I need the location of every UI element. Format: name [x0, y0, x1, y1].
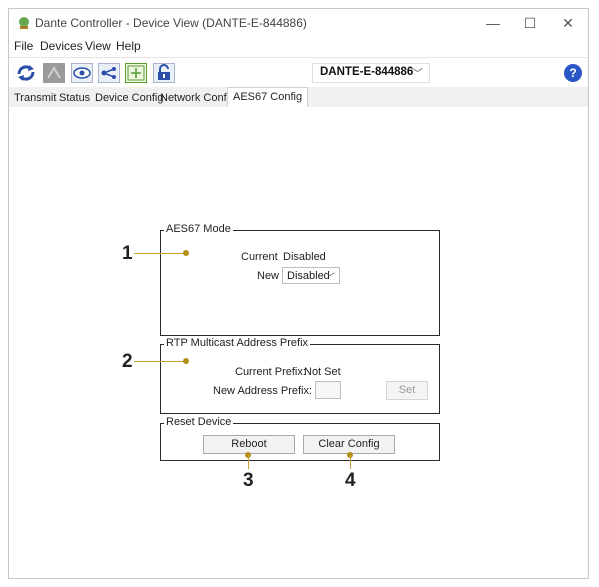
tab-network-config[interactable]: Network Config	[160, 89, 235, 107]
rtp-prefix-group: RTP Multicast Address Prefix Current Pre…	[160, 337, 440, 414]
rtp-prefix-title: RTP Multicast Address Prefix	[164, 337, 311, 349]
menu-bar: File Devices View Help	[9, 37, 588, 57]
current-mode-value: Disabled	[283, 251, 326, 263]
eye-icon[interactable]	[71, 63, 93, 83]
callout-1-line	[134, 253, 186, 254]
callout-1-dot	[183, 250, 189, 256]
callout-2-line	[134, 361, 186, 362]
callout-3-line	[248, 455, 249, 469]
aes67-mode-select[interactable]: Disabled ﹀	[282, 267, 340, 284]
add-icon[interactable]	[125, 63, 147, 83]
refresh-icon[interactable]	[15, 63, 37, 83]
tab-bar: Transmit Status Device Config Network Co…	[9, 87, 588, 108]
current-prefix-value: Not Set	[304, 366, 341, 378]
tab-device-config[interactable]: Device Config	[95, 89, 163, 107]
dante-logo-icon	[19, 17, 29, 29]
aes67-mode-select-value: Disabled	[287, 270, 330, 282]
tab-status[interactable]: Status	[59, 89, 90, 107]
callout-2-dot	[183, 358, 189, 364]
callout-2: 2	[122, 351, 133, 372]
callout-3: 3	[243, 470, 254, 491]
callout-4-line	[350, 455, 351, 469]
menu-file[interactable]: File	[14, 39, 33, 53]
minimize-button[interactable]: —	[478, 13, 508, 33]
menu-devices[interactable]: Devices	[40, 39, 83, 53]
reset-device-title: Reset Device	[164, 416, 234, 428]
aes67-config-panel: AES67 Mode Current Disabled New Disabled…	[9, 107, 588, 578]
menu-view[interactable]: View	[85, 39, 111, 53]
aes67-mode-group: AES67 Mode Current Disabled New Disabled…	[160, 223, 440, 336]
chevron-down-icon: ﹀	[325, 273, 335, 284]
aes67-mode-title: AES67 Mode	[164, 223, 233, 235]
reset-device-group: Reset Device Reboot Clear Config	[160, 416, 440, 461]
current-prefix-label: Current Prefix:	[235, 366, 306, 378]
window-title: Dante Controller - Device View (DANTE-E-…	[35, 16, 307, 30]
device-info-icon[interactable]	[43, 63, 65, 83]
current-mode-label: Current	[241, 251, 278, 263]
new-prefix-label: New Address Prefix:	[213, 385, 313, 397]
device-select-value: DANTE-E-844886	[320, 66, 414, 78]
toolbar: DANTE-E-844886 ﹀ ?	[9, 57, 588, 89]
set-button[interactable]: Set	[386, 381, 428, 400]
close-button[interactable]: ✕	[553, 13, 583, 33]
new-mode-label: New	[257, 270, 280, 282]
lock-icon[interactable]	[153, 63, 175, 83]
tab-aes67-config[interactable]: AES67 Config	[227, 87, 309, 108]
title-bar: Dante Controller - Device View (DANTE-E-…	[9, 9, 588, 37]
device-view-window: Dante Controller - Device View (DANTE-E-…	[8, 8, 589, 579]
share-icon[interactable]	[98, 63, 120, 83]
callout-1: 1	[122, 243, 133, 264]
new-prefix-input[interactable]	[315, 381, 341, 399]
tab-transmit[interactable]: Transmit	[14, 89, 56, 107]
reboot-button[interactable]: Reboot	[203, 435, 295, 454]
menu-help[interactable]: Help	[116, 39, 141, 53]
maximize-button[interactable]: ☐	[515, 13, 545, 33]
callout-4: 4	[345, 470, 356, 491]
help-icon[interactable]: ?	[564, 64, 582, 82]
device-select[interactable]: DANTE-E-844886 ﹀	[312, 63, 430, 83]
chevron-down-icon: ﹀	[412, 68, 423, 80]
